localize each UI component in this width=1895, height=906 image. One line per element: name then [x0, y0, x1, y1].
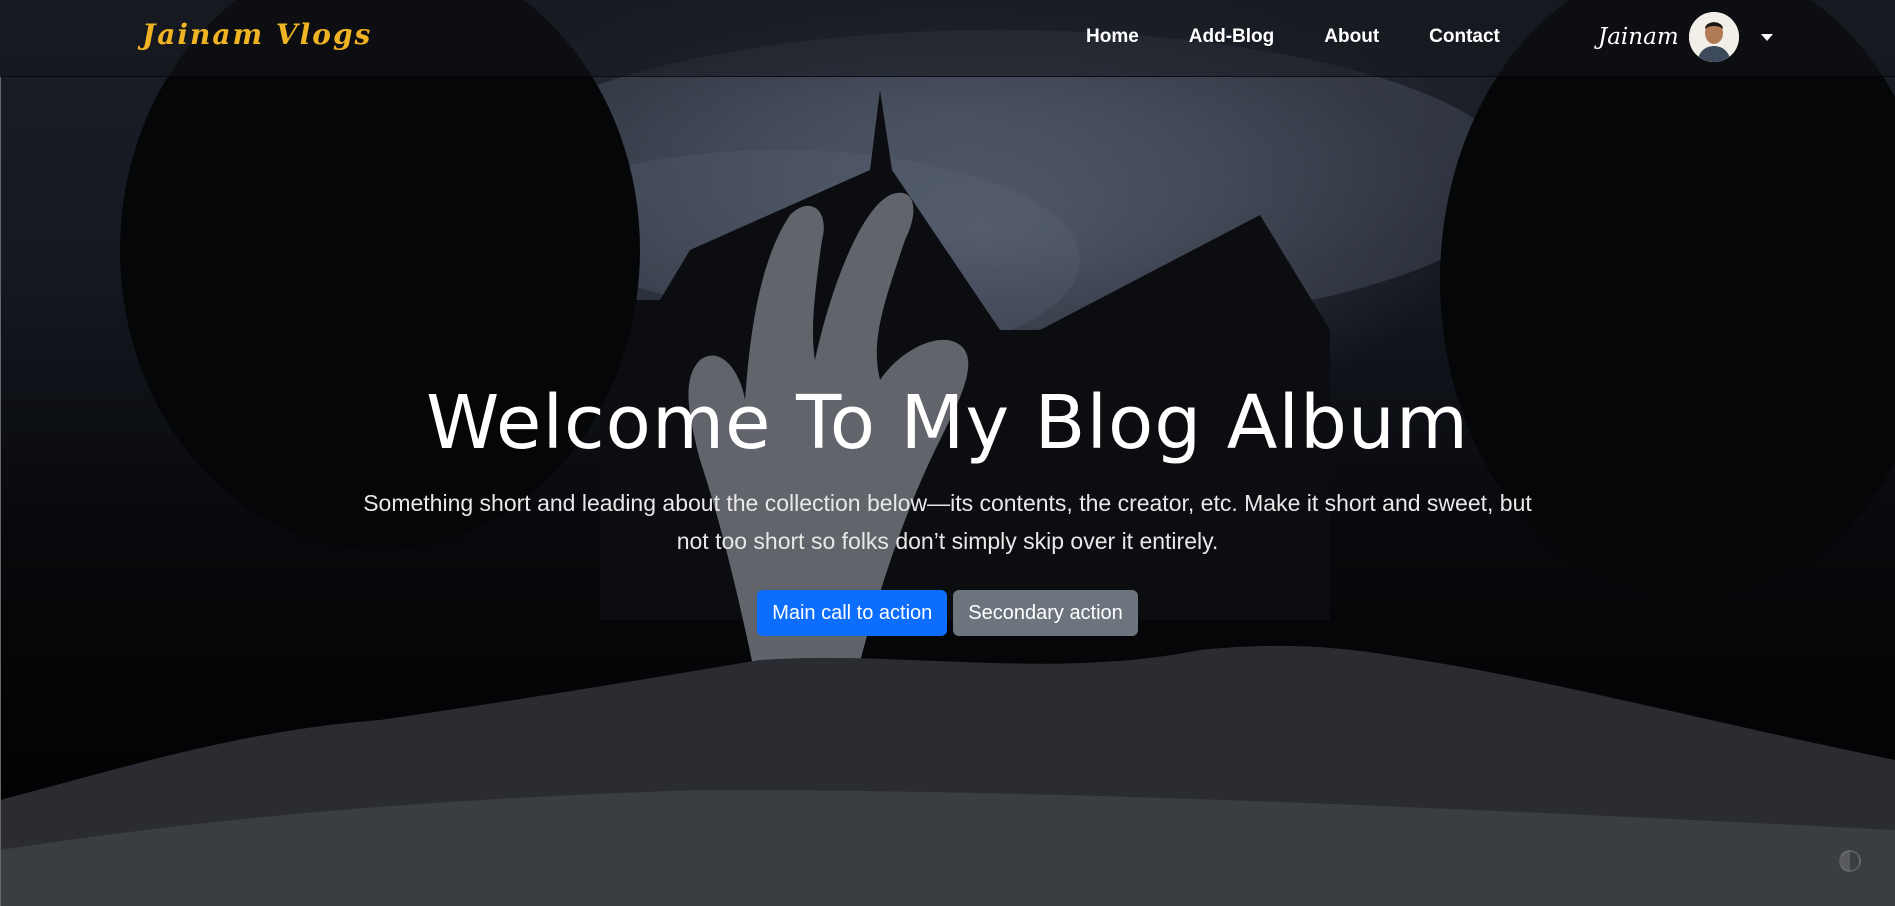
nav-link-about[interactable]: About — [1324, 26, 1379, 48]
user-name: Jainam — [1598, 24, 1679, 50]
hero-section: Welcome To My Blog Album Something short… — [0, 380, 1895, 636]
avatar[interactable] — [1688, 12, 1739, 62]
hero-buttons: Main call to action Secondary action — [0, 590, 1895, 636]
nav-links: Home Add-Blog About Contact — [1086, 26, 1500, 48]
nav-link-add-blog[interactable]: Add-Blog — [1189, 26, 1274, 48]
nav-link-home[interactable]: Home — [1086, 26, 1139, 48]
theme-toggle-icon[interactable] — [1839, 850, 1861, 872]
hero-description: Something short and leading about the co… — [363, 490, 1532, 554]
navbar: Jainam Vlogs Home Add-Blog About Contact… — [0, 0, 1895, 77]
chevron-down-icon[interactable] — [1760, 33, 1773, 41]
user-menu[interactable]: Jainam — [1598, 12, 1773, 62]
avatar-image — [1688, 12, 1739, 62]
nav-link-contact[interactable]: Contact — [1429, 26, 1500, 48]
main-call-to-action-button[interactable]: Main call to action — [757, 590, 948, 636]
secondary-action-button[interactable]: Secondary action — [953, 590, 1138, 636]
brand-logo[interactable]: Jainam Vlogs — [142, 18, 372, 51]
hero-title: Welcome To My Blog Album — [426, 380, 1469, 466]
page: Jainam Vlogs Home Add-Blog About Contact… — [0, 0, 1895, 906]
